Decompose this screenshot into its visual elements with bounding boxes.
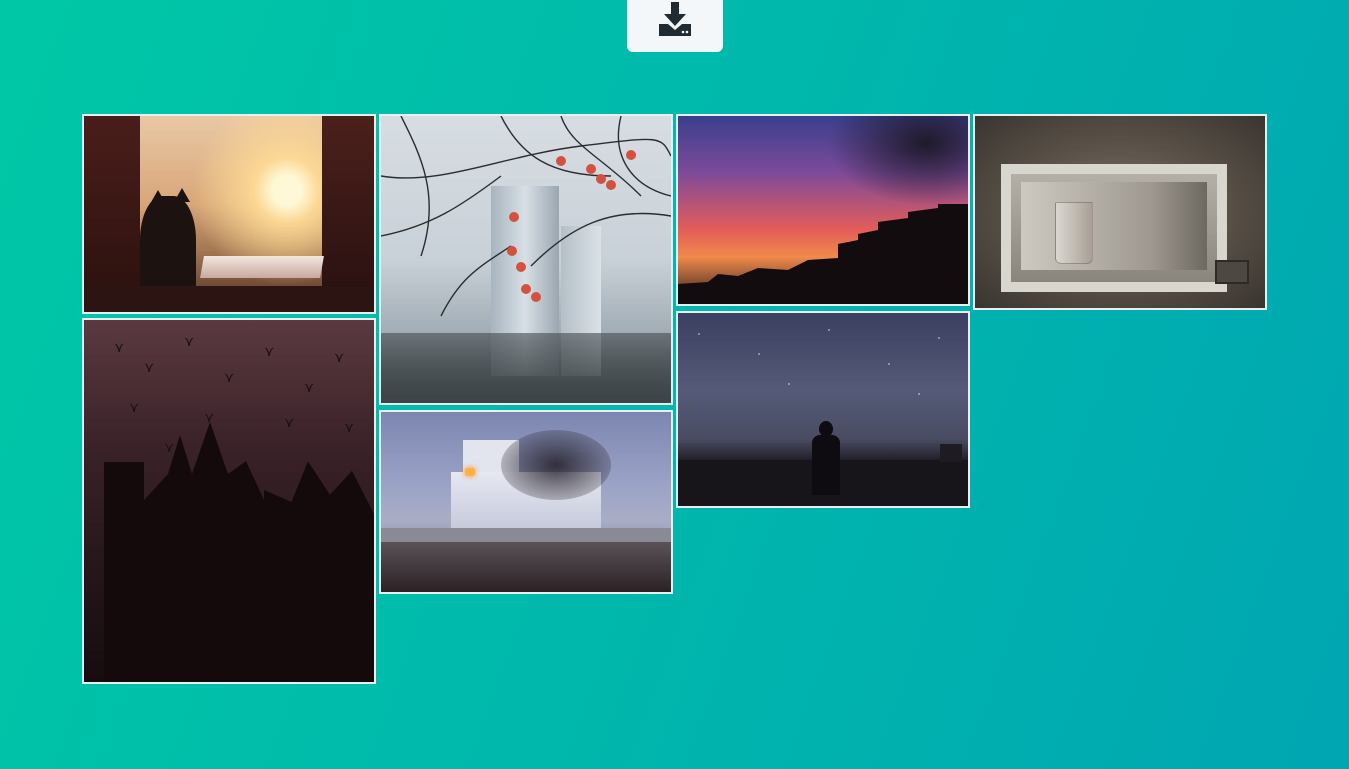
- bird-icon: ⋎: [114, 339, 125, 355]
- berry: [606, 180, 616, 190]
- glass-cup: [1055, 202, 1093, 264]
- photo-winter-tree[interactable]: [379, 114, 673, 405]
- bird-icon: ⋎: [144, 359, 155, 375]
- cathedral-wing: [264, 461, 374, 682]
- bird-icon: ⋎: [224, 369, 235, 385]
- berry: [509, 212, 519, 222]
- photo-night-figure[interactable]: [676, 311, 970, 508]
- berry: [507, 246, 517, 256]
- city-skyline: [678, 204, 968, 304]
- photo-white-house[interactable]: [379, 410, 673, 594]
- photo-glass-niche[interactable]: [973, 114, 1267, 310]
- berry: [626, 150, 636, 160]
- berry: [521, 284, 531, 294]
- crowd: [381, 542, 671, 592]
- berry: [531, 292, 541, 302]
- bird-icon: ⋎: [264, 343, 275, 359]
- window-frame: [322, 116, 374, 312]
- person-silhouette: [812, 435, 840, 495]
- road: [381, 528, 671, 542]
- download-icon: [658, 2, 692, 36]
- bird-icon: ⋎: [129, 399, 140, 415]
- wall-switch: [1215, 260, 1249, 284]
- cathedral-spires: [144, 422, 264, 682]
- bird-icon: ⋎: [334, 349, 345, 365]
- cloud: [828, 116, 968, 206]
- bird-icon: ⋎: [164, 439, 175, 455]
- berry: [586, 164, 596, 174]
- window-frame: [84, 116, 140, 312]
- bird-icon: ⋎: [304, 379, 315, 395]
- smoke: [501, 430, 611, 500]
- snowy-roof: [200, 256, 324, 278]
- niche-interior: [1021, 182, 1207, 270]
- bird-icon: ⋎: [204, 409, 215, 425]
- berry: [516, 262, 526, 272]
- cathedral-tower: [104, 462, 144, 682]
- bird-icon: ⋎: [284, 414, 295, 430]
- distant-building: [940, 444, 962, 462]
- window-sill: [84, 286, 374, 312]
- photo-cathedral-birds[interactable]: ⋎ ⋎ ⋎ ⋎ ⋎ ⋎ ⋎ ⋎ ⋎ ⋎ ⋎ ⋎: [82, 318, 376, 684]
- berry: [596, 174, 606, 184]
- bird-icon: ⋎: [344, 419, 355, 435]
- download-button[interactable]: [627, 0, 723, 52]
- photo-sunset-skyline[interactable]: [676, 114, 970, 306]
- photo-cat-window[interactable]: [82, 114, 376, 314]
- bird-icon: ⋎: [184, 333, 195, 349]
- berry: [556, 156, 566, 166]
- fire: [465, 468, 475, 476]
